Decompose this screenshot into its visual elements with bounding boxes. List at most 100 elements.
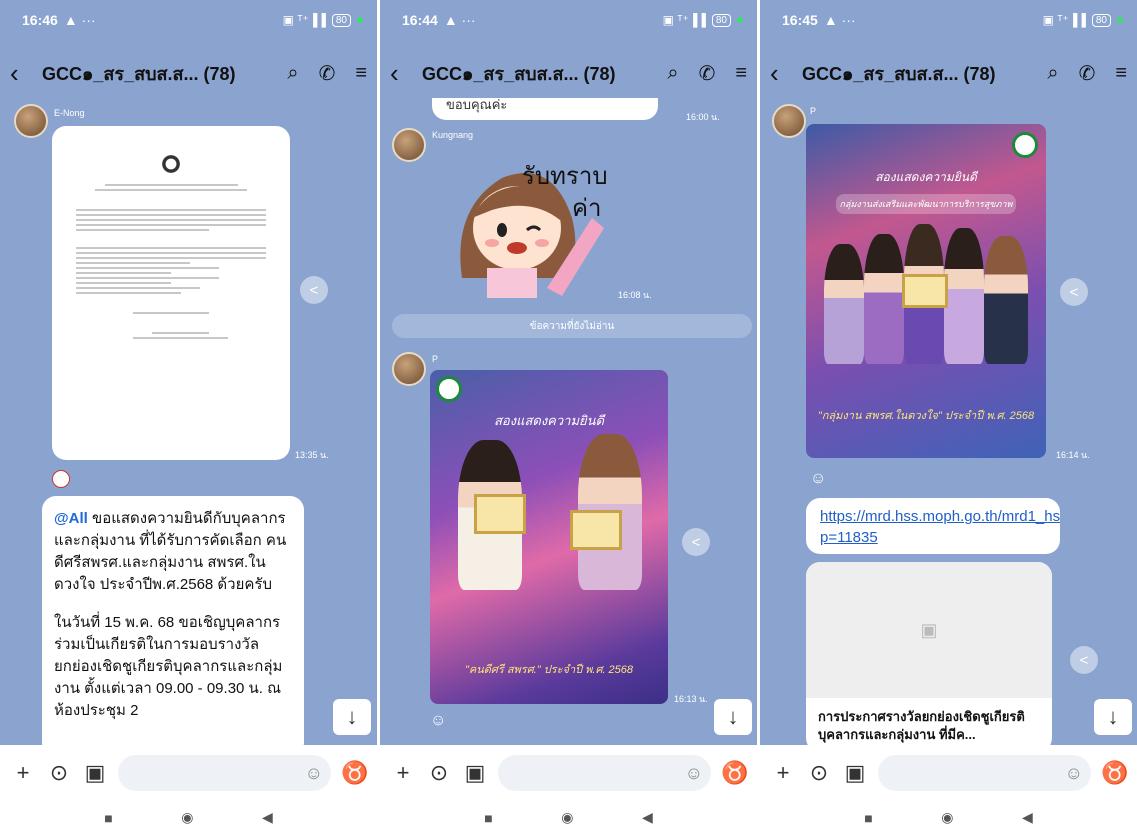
back-nav-icon[interactable]: ◀ [642,809,653,826]
message-list[interactable]: P สองแสดงความยินดี กลุ่มงานส่งเสริมและพั… [760,98,1137,745]
poster-caption: "กลุ่มงาน สพรศ.ในดวงใจ" ประจำปี พ.ศ. 256… [817,410,1035,422]
unread-messages-divider: ข้อความที่ยังไม่อ่าน [392,314,752,338]
header-actions: ⌕ ✆ ≡ [1047,61,1127,86]
sender-name: E-Nong [54,108,85,118]
status-bar: 16:45 ▲ ··· ▣ ᵀ⁺▐▐ 80 [760,0,1137,40]
avatar[interactable] [392,352,426,386]
status-bar: 16:44 ▲ ··· ▣ ᵀ⁺▐▐ 80 [380,0,757,40]
avatar[interactable] [14,104,48,138]
scroll-down-button[interactable]: ↓ [1094,699,1132,735]
status-notification-icons: ▲ ··· [823,12,856,28]
share-icon[interactable]: < [300,276,328,304]
message-list[interactable]: E-Nong 13:35 น. < @All ขอแสดงความยินดีกั… [0,98,377,745]
recent-apps-icon[interactable]: ■ [484,810,492,826]
call-icon[interactable]: ✆ [699,61,716,86]
message-input[interactable]: ☺ [498,755,711,791]
scroll-down-button[interactable]: ↓ [333,699,371,735]
award-poster-image[interactable]: สองแสดงความยินดี กลุ่มงานส่งเสริมและพัฒน… [806,124,1046,458]
menu-icon[interactable]: ≡ [1115,62,1127,85]
image-icon[interactable]: ▣ [82,760,108,786]
text-message-bubble[interactable]: ขอบคุณค่ะ [432,98,658,120]
system-nav-bar: ■ ◉ ◀ [760,801,1137,834]
battery-icon: 80 [711,13,731,27]
plus-icon[interactable]: + [10,760,36,786]
message-text-paragraph-2: ในวันที่ 15 พ.ค. 68 ขอเชิญบุคลากรร่วมเป็… [54,614,283,719]
search-icon[interactable]: ⌕ [287,62,298,85]
emoji-icon[interactable]: ☺ [685,763,703,784]
mention-all[interactable]: @All [54,510,88,527]
avatar-small[interactable] [52,470,70,488]
search-icon[interactable]: ⌕ [1047,62,1058,85]
share-icon[interactable]: < [1060,278,1088,306]
home-icon[interactable]: ◉ [941,809,953,826]
avatar[interactable] [772,104,806,138]
chat-title[interactable]: GCC๑_สร_สบส.ส... (78) [802,59,996,88]
sticker-text-2: ค่า [572,195,602,222]
home-icon[interactable]: ◉ [561,809,573,826]
reaction-icon[interactable]: ☺ [810,470,826,488]
share-icon[interactable]: < [682,528,710,556]
image-icon[interactable]: ▣ [462,760,488,786]
chat-panel-1: 16:46 ▲ ··· ▣ ᵀ⁺▐▐ 80 ‹ GCC๑_สร_สบส.ส...… [0,0,377,834]
text-message-bubble[interactable]: @All ขอแสดงความยินดีกับบุคลากรและกลุ่มงา… [42,496,304,745]
camera-icon[interactable]: ⊙ [46,760,72,786]
chat-panel-2: 16:44 ▲ ··· ▣ ᵀ⁺▐▐ 80 ‹ GCC๑_สร_สบส.ส...… [380,0,757,834]
menu-icon[interactable]: ≡ [355,62,367,85]
home-icon[interactable]: ◉ [181,809,193,826]
document-image-message[interactable] [52,126,290,460]
plus-icon[interactable]: + [770,760,796,786]
reaction-icon[interactable]: ☺ [430,712,446,730]
message-input[interactable]: ☺ [878,755,1091,791]
plus-icon[interactable]: + [390,760,416,786]
emoji-icon[interactable]: ☺ [1065,763,1083,784]
scroll-down-button[interactable]: ↓ [714,699,752,735]
active-dot-icon [1117,17,1123,23]
back-icon[interactable]: ‹ [10,58,36,89]
poster-caption: "คนดีศรี สพรศ." ประจำปี พ.ศ. 2568 [464,664,634,676]
signal-icon: ▣ ᵀ⁺▐▐ [1042,13,1086,27]
back-nav-icon[interactable]: ◀ [1022,809,1033,826]
mic-icon[interactable]: ♉ [1101,760,1128,786]
message-timestamp: 16:08 น. [618,290,652,300]
share-icon[interactable]: < [1070,646,1098,674]
link-preview-card[interactable]: ▣ การประกาศรางวัลยกย่องเชิดชูเกียรติบุคล… [806,562,1052,745]
mic-icon[interactable]: ♉ [341,760,368,786]
search-icon[interactable]: ⌕ [667,62,678,85]
broken-image-icon: ▣ [806,562,1052,698]
recent-apps-icon[interactable]: ■ [104,810,112,826]
recent-apps-icon[interactable]: ■ [864,810,872,826]
image-icon[interactable]: ▣ [842,760,868,786]
screenshot-collage: 16:46 ▲ ··· ▣ ᵀ⁺▐▐ 80 ‹ GCC๑_สร_สบส.ส...… [0,0,1137,834]
sticker-message[interactable]: รับทราบ ค่า [432,148,622,298]
avatar[interactable] [392,128,426,162]
link-message-bubble[interactable]: https://mrd.hss.moph.go.th/mrd1_hss/?p=1… [806,498,1060,554]
shared-link[interactable]: https://mrd.hss.moph.go.th/mrd1_hss/?p=1… [820,508,1060,546]
chat-title[interactable]: GCC๑_สร_สบส.ส... (78) [422,59,616,88]
back-icon[interactable]: ‹ [390,58,416,89]
call-icon[interactable]: ✆ [1079,61,1096,86]
message-timestamp: 16:00 น. [686,112,720,122]
back-icon[interactable]: ‹ [770,58,796,89]
chat-header: ‹ GCC๑_สร_สบส.ส... (78) ⌕ ✆ ≡ [0,48,377,98]
emoji-icon[interactable]: ☺ [305,763,323,784]
status-time: 16:45 [782,12,818,28]
back-nav-icon[interactable]: ◀ [262,809,273,826]
camera-icon[interactable]: ⊙ [426,760,452,786]
message-input[interactable]: ☺ [118,755,331,791]
message-list[interactable]: ขอบคุณค่ะ 16:00 น. Kungnang รับทราบ ค่า … [380,98,757,745]
message-text: ขอบคุณค่ะ [446,98,508,112]
ministry-logo-icon [1012,132,1038,158]
status-right: ▣ ᵀ⁺▐▐ 80 [663,13,743,27]
mic-icon[interactable]: ♉ [721,760,748,786]
sender-name: P [432,354,439,364]
call-icon[interactable]: ✆ [319,61,336,86]
chat-panel-3: 16:45 ▲ ··· ▣ ᵀ⁺▐▐ 80 ‹ GCC๑_สร_สบส.ส...… [760,0,1137,834]
poster-title: สองแสดงความยินดี [493,413,604,428]
award-poster-image[interactable]: สองแสดงความยินดี "คนดีศรี สพรศ." ประจำปี… [430,370,668,704]
active-dot-icon [737,17,743,23]
preview-title: การประกาศรางวัลยกย่องเชิดชูเกียรติบุคลาก… [818,709,1025,742]
person-photo [864,234,904,364]
chat-title[interactable]: GCC๑_สร_สบส.ส... (78) [42,59,236,88]
camera-icon[interactable]: ⊙ [806,760,832,786]
menu-icon[interactable]: ≡ [735,62,747,85]
